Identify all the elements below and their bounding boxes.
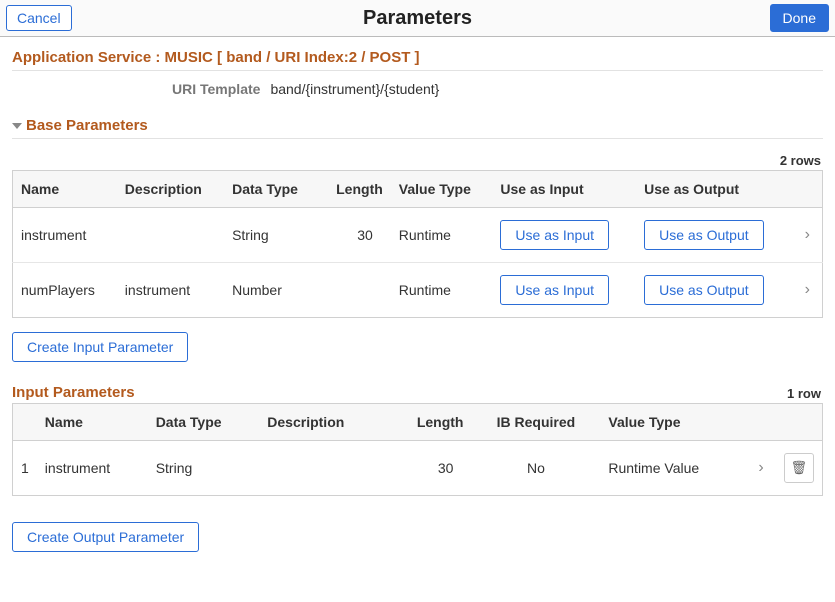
use-as-input-button[interactable]: Use as Input	[500, 220, 609, 250]
col-data-type: Data Type	[148, 404, 260, 441]
create-output-parameter-button[interactable]: Create Output Parameter	[12, 522, 199, 552]
use-as-input-button[interactable]: Use as Input	[500, 275, 609, 305]
col-value-type: Value Type	[600, 404, 746, 441]
col-ib-required: IB Required	[471, 404, 600, 441]
col-data-type: Data Type	[224, 171, 318, 208]
base-parameters-table: Name Description Data Type Length Value …	[12, 170, 823, 318]
table-row: instrument String30RuntimeUse as Input Use…	[13, 208, 823, 263]
trash-icon: 🗑	[791, 460, 808, 476]
cell-value-type: Runtime	[391, 208, 493, 263]
cell-length: 30	[386, 441, 471, 496]
col-use-as-input: Use as Input	[492, 171, 636, 208]
col-use-as-output: Use as Output	[636, 171, 792, 208]
use-as-output-button[interactable]: Use as Output	[644, 220, 764, 250]
cell-length	[319, 263, 391, 318]
col-index	[13, 404, 37, 441]
cancel-button[interactable]: Cancel	[6, 5, 72, 31]
delete-row-button[interactable]: 🗑	[784, 453, 814, 483]
base-parameters-label: Base Parameters	[26, 117, 148, 134]
base-parameters-rowcount: 2 rows	[12, 153, 821, 168]
col-name: Name	[37, 404, 148, 441]
done-button[interactable]: Done	[770, 4, 829, 32]
col-value-type: Value Type	[391, 171, 493, 208]
input-parameters-rowcount: 1 row	[787, 386, 821, 401]
col-description: Description	[117, 171, 224, 208]
cell-description	[117, 208, 224, 263]
col-name: Name	[13, 171, 117, 208]
cell-description	[259, 441, 386, 496]
cell-name: instrument	[13, 208, 117, 263]
cell-length: 30	[319, 208, 391, 263]
cell-description: instrument	[117, 263, 224, 318]
page-title: Parameters	[363, 7, 472, 30]
caret-down-icon	[12, 123, 22, 129]
create-input-parameter-button[interactable]: Create Input Parameter	[12, 332, 188, 362]
input-parameters-heading: Input Parameters	[12, 384, 135, 401]
uri-template-row: URI Template band/{instrument}/{student}	[12, 71, 823, 107]
cell-data-type: Number	[224, 263, 318, 318]
cell-name: instrument	[37, 441, 148, 496]
chevron-right-icon[interactable]: ›	[793, 263, 823, 318]
top-bar: Cancel Parameters Done	[0, 0, 835, 37]
uri-template-value: band/{instrument}/{student}	[270, 81, 439, 97]
cell-data-type: String	[148, 441, 260, 496]
table-row: 1instrumentString 30NoRuntime Value› 🗑	[13, 441, 823, 496]
cell-name: numPlayers	[13, 263, 117, 318]
application-service-heading: Application Service : MUSIC [ band / URI…	[12, 49, 823, 71]
cell-data-type: String	[224, 208, 318, 263]
chevron-right-icon[interactable]: ›	[793, 208, 823, 263]
cell-ib-required: No	[471, 441, 600, 496]
uri-template-label: URI Template	[172, 81, 260, 97]
base-parameters-toggle[interactable]: Base Parameters	[12, 113, 823, 139]
table-row: numPlayersinstrumentNumberRuntimeUse as …	[13, 263, 823, 318]
col-description: Description	[259, 404, 386, 441]
cell-value-type: Runtime	[391, 263, 493, 318]
input-parameters-table: Name Data Type Description Length IB Req…	[12, 403, 823, 496]
col-length: Length	[319, 171, 391, 208]
cell-index: 1	[13, 441, 37, 496]
cell-value-type: Runtime Value	[600, 441, 746, 496]
use-as-output-button[interactable]: Use as Output	[644, 275, 764, 305]
chevron-right-icon[interactable]: ›	[746, 441, 776, 496]
col-length: Length	[386, 404, 471, 441]
